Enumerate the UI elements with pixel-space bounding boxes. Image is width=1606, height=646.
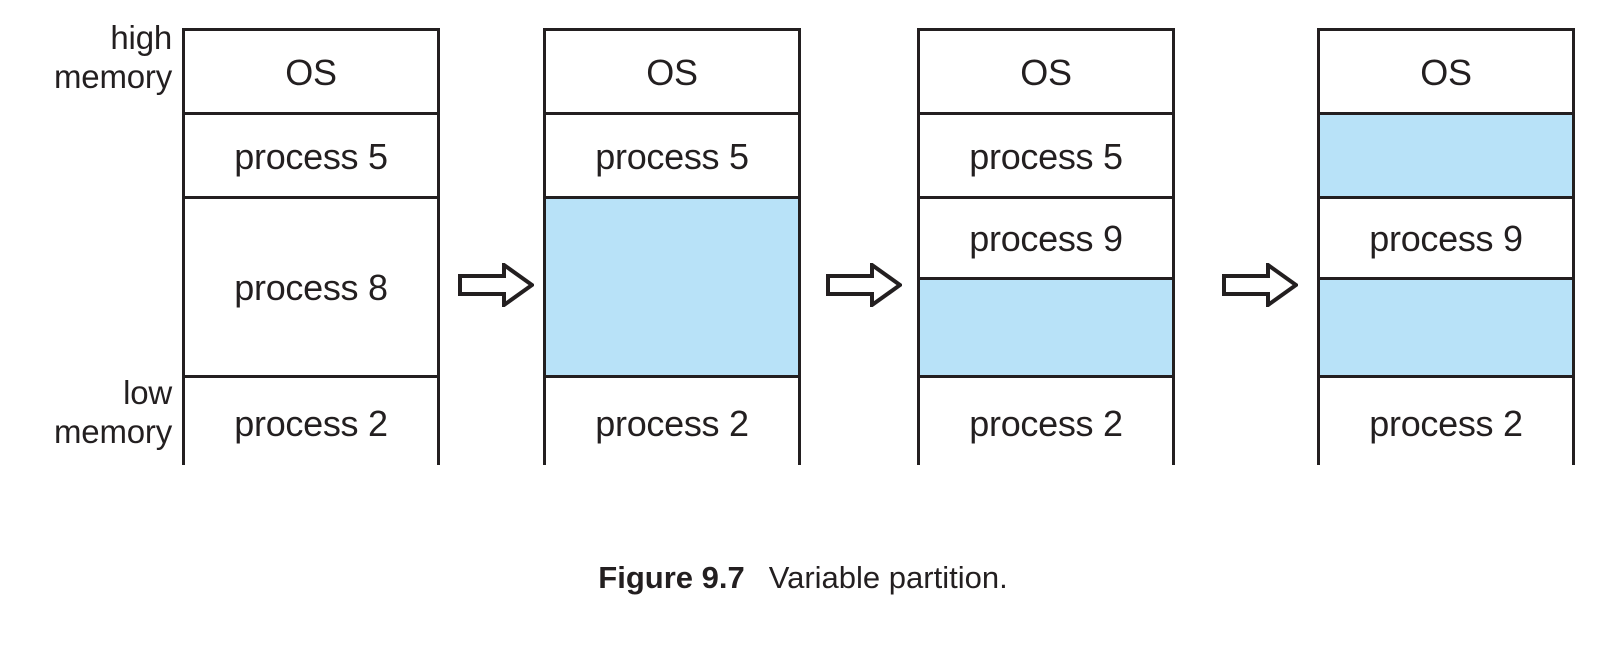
memory-block-label: process 2 [1369, 403, 1523, 444]
high-memory-label: high memory [0, 19, 172, 97]
memory-block-label: process 9 [969, 218, 1123, 259]
memory-block-label: process 2 [969, 403, 1123, 444]
memory-block-label: process 9 [1369, 218, 1523, 259]
variable-partition-figure: high memory low memory OS process 5 proces… [0, 0, 1606, 646]
memory-column-stage-4: OS process 9 process 2 [1317, 28, 1575, 468]
high-memory-label-line2: memory [54, 57, 172, 95]
memory-block: process 2 [1320, 378, 1572, 468]
memory-block: OS [1320, 31, 1572, 115]
low-memory-label-line1: low [123, 374, 172, 411]
memory-block-label: OS [1420, 51, 1472, 93]
memory-block: process 9 [920, 199, 1172, 280]
memory-column-stage-1: OS process 5 process 8 process 2 [182, 28, 440, 468]
memory-column-stage-2: OS process 5 process 2 [543, 28, 801, 468]
memory-block-label: process 5 [234, 135, 388, 177]
memory-block: OS [920, 31, 1172, 115]
low-memory-label-line2: memory [54, 412, 172, 450]
memory-block-label: OS [285, 51, 337, 93]
right-arrow-icon [826, 263, 902, 307]
right-arrow-icon [1222, 263, 1298, 307]
free-memory-block [546, 199, 798, 378]
figure-caption-label: Figure 9.7 [598, 560, 745, 595]
memory-block: process 8 [185, 199, 437, 378]
right-arrow-icon [458, 263, 534, 307]
memory-block: OS [546, 31, 798, 115]
memory-block-label: process 2 [595, 403, 749, 444]
low-memory-label: low memory [0, 374, 172, 452]
memory-block: process 5 [920, 115, 1172, 199]
memory-block-label: process 8 [234, 267, 388, 308]
memory-block: process 5 [185, 115, 437, 199]
memory-block: process 5 [546, 115, 798, 199]
memory-block: process 2 [185, 378, 437, 468]
memory-block-label: process 5 [969, 135, 1123, 177]
figure-caption: Figure 9.7 Variable partition. [0, 560, 1606, 596]
memory-block-label: OS [646, 51, 698, 93]
memory-block-label: OS [1020, 51, 1072, 93]
high-memory-label-line1: high [110, 19, 172, 56]
memory-block-label: process 5 [595, 135, 749, 177]
memory-column-stage-3: OS process 5 process 9 process 2 [917, 28, 1175, 468]
free-memory-block [1320, 280, 1572, 378]
free-memory-block [920, 280, 1172, 378]
memory-block-label: process 2 [234, 403, 388, 444]
memory-block: OS [185, 31, 437, 115]
memory-block: process 2 [546, 378, 798, 468]
memory-block: process 2 [920, 378, 1172, 468]
memory-block: process 9 [1320, 199, 1572, 280]
free-memory-block [1320, 115, 1572, 199]
figure-caption-title: Variable partition. [768, 560, 1008, 595]
